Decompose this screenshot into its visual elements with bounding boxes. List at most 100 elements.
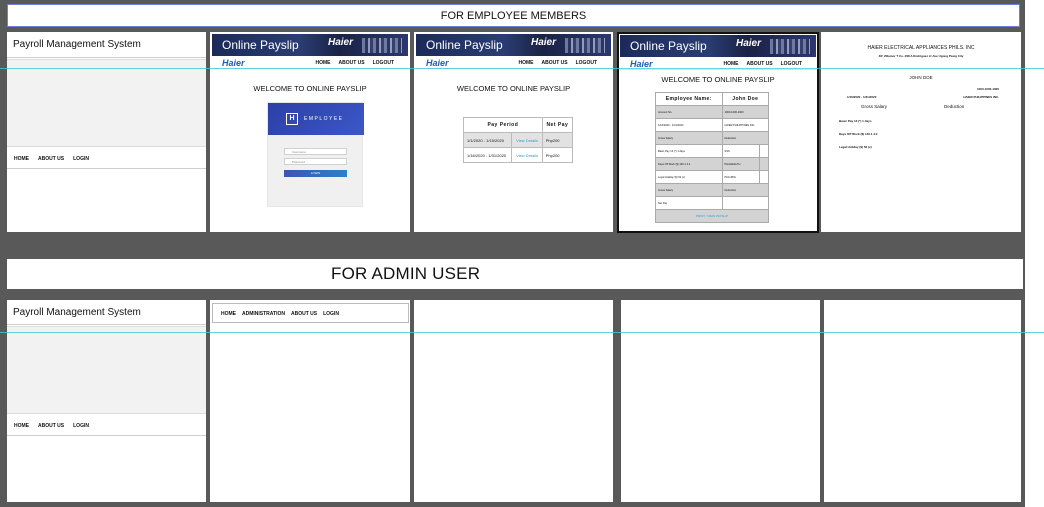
view-details-link[interactable]: View Details [511,147,543,163]
welcome-heading: WELCOME TO ONLINE PAYSLIP [253,84,367,93]
employee-login-frame: Online Payslip Haier Haier HOME ABOUT US… [210,32,410,232]
view-details-link[interactable]: View Details [511,132,543,148]
nav-about-us[interactable]: ABOUT US [746,61,772,67]
detail-cell [721,196,770,210]
system-title: Payroll Management System [13,307,141,318]
payslip-detail-table: Employee Name: John Doe Account No. 1000… [655,92,770,223]
detail-cell: Legal Holiday ($) 52 (x) [655,170,723,184]
table-row: Gross Salary Deduction [655,131,770,145]
username-input[interactable]: Username [284,148,347,155]
table-row: Days Off Work ($) 140.1 4.2 PHILHEALTH [655,157,770,171]
admin-navbar: HOME ADMINISTRATION ABOUT US LOGIN [212,303,409,323]
nav-home[interactable]: HOME [315,60,330,66]
divider [7,324,206,325]
nav-logout[interactable]: LOGOUT [781,61,802,67]
nav-about-us[interactable]: ABOUT US [541,60,567,66]
detail-cell: 1000-1000-1000 [721,105,770,119]
header-title: Online Payslip [426,38,503,52]
header-brand: Haier [530,37,556,48]
net-pay-cell: Php200 [541,132,574,148]
company-address: 4/F Villamor T Co. #98 A Rodriguez Jr Av… [878,54,964,58]
nav-about-us[interactable]: ABOUT US [338,60,364,66]
nav-about-us[interactable]: ABOUT US [291,311,317,317]
portal-header: Online Payslip Haier [212,34,408,56]
nav-login[interactable]: LOGIN [323,311,339,317]
detail-cell: Deduction [721,183,770,197]
nav-about-us[interactable]: ABOUT US [38,156,64,162]
gross-salary-label: Gross Salary [861,104,888,109]
divider [7,168,206,169]
nav-login[interactable]: LOGIN [73,156,89,162]
period-cell: 1/1/2020 - 1/15/2020 [462,132,513,148]
detail-cell: PAG-IBIG [721,170,760,184]
login-card: H EMPLOYEE Username Password LOGIN [267,102,364,207]
table-row: Gross Salary Deduction [655,183,770,197]
account-number: 1000-1000-1000 [976,87,999,91]
detail-cell [758,144,770,158]
haier-logo[interactable]: Haier [222,58,245,68]
guide-line [0,68,1044,69]
portal-header: Online Payslip Haier [620,35,816,57]
employee-name: JOHN DOE [909,75,933,80]
employee-section-banner: FOR EMPLOYEE MEMBERS [7,4,1020,27]
table-row: 1/1/2020 - 1/15/2020 View Details Php200 [462,132,574,148]
welcome-heading: WELCOME TO ONLINE PAYSLIP [456,84,571,93]
header-banner-graphic [770,39,810,54]
net-pay-cell: Php200 [541,147,574,163]
guide-line [0,332,1044,333]
admin-blank-frame [414,300,613,502]
net-pay-header: Net Pay [541,117,574,133]
nav-logout[interactable]: LOGOUT [576,60,597,66]
table-row: Basic Pay 13 (*) 1 days SSS [655,144,770,158]
employee-badge-label: EMPLOYEE [304,116,344,122]
login-button[interactable]: LOGIN [284,170,347,177]
header-brand: Haier [327,37,353,48]
header-banner-graphic [565,38,605,53]
nav-logout[interactable]: LOGOUT [373,60,394,66]
hero-placeholder [7,326,206,414]
nav-home[interactable]: HOME [723,61,738,67]
employee-banner-label: FOR EMPLOYEE MEMBERS [440,9,587,22]
print-item: Days Off Work ($) 140.1 4.2 [839,132,878,136]
employee-print-frame: HAIER ELECTRICAL APPLIANCES PHILS. INC 4… [821,32,1021,232]
period-cell: 1/16/2020 - 1/31/2020 [462,147,513,163]
admin-blank-frame [621,300,820,502]
admin-home-frame: Payroll Management System HOME ABOUT US … [7,300,206,502]
header-brand: Haier [735,38,761,49]
print-payslip-link[interactable]: PRINT / VIEW PAYSLIP [655,209,769,223]
pay-period-table: Pay Period Net Pay 1/1/2020 - 1/15/2020 … [462,117,574,163]
nav-home[interactable]: HOME [518,60,533,66]
employee-payperiod-frame: Online Payslip Haier Haier HOME ABOUT US… [414,32,613,232]
admin-dashboard-frame: HOME ADMINISTRATION ABOUT US LOGIN [210,300,410,502]
detail-cell [758,170,770,184]
employee-name-value: John Doe [721,92,770,106]
detail-cell: HAIER PHILIPPINES INC. [721,118,770,132]
table-footer: PRINT / VIEW PAYSLIP [655,209,769,223]
header-title: Online Payslip [222,38,299,52]
welcome-heading: WELCOME TO ONLINE PAYSLIP [661,75,775,84]
detail-cell: Basic Pay 13 (*) 1 days [655,144,723,158]
detail-cell: 1/16/2020 - 1/31/2020 [655,118,723,132]
nav-about-us[interactable]: ABOUT US [38,423,64,429]
password-input[interactable]: Password [284,158,347,165]
detail-cell: Account No. [655,105,723,119]
admin-blank-frame [824,300,1021,502]
portal-header: Online Payslip Haier [416,34,611,56]
nav-home[interactable]: HOME [221,311,236,317]
deduction-label: Deduction [944,104,965,109]
nav-home[interactable]: HOME [14,156,29,162]
company-short: HAIER PHILIPPINES INC. [963,95,999,99]
divider [7,57,206,58]
login-card-banner: H EMPLOYEE [268,103,364,135]
detail-cell [758,157,770,171]
print-item: Legal Holiday ($) 52 (x) [839,145,872,149]
home-nav: HOME ABOUT US LOGIN [14,156,89,162]
nav-home[interactable]: HOME [14,423,29,429]
admin-banner-label: FOR ADMIN USER [331,264,481,283]
nav-login[interactable]: LOGIN [73,423,89,429]
nav-administration[interactable]: ADMINISTRATION [242,311,285,317]
detail-cell: Deduction [721,131,770,145]
print-item: Basic Pay 13 (*) 1 days [839,119,872,123]
haier-logo[interactable]: Haier [426,58,449,68]
company-name: HAIER ELECTRICAL APPLIANCES PHILS. INC [867,45,975,51]
